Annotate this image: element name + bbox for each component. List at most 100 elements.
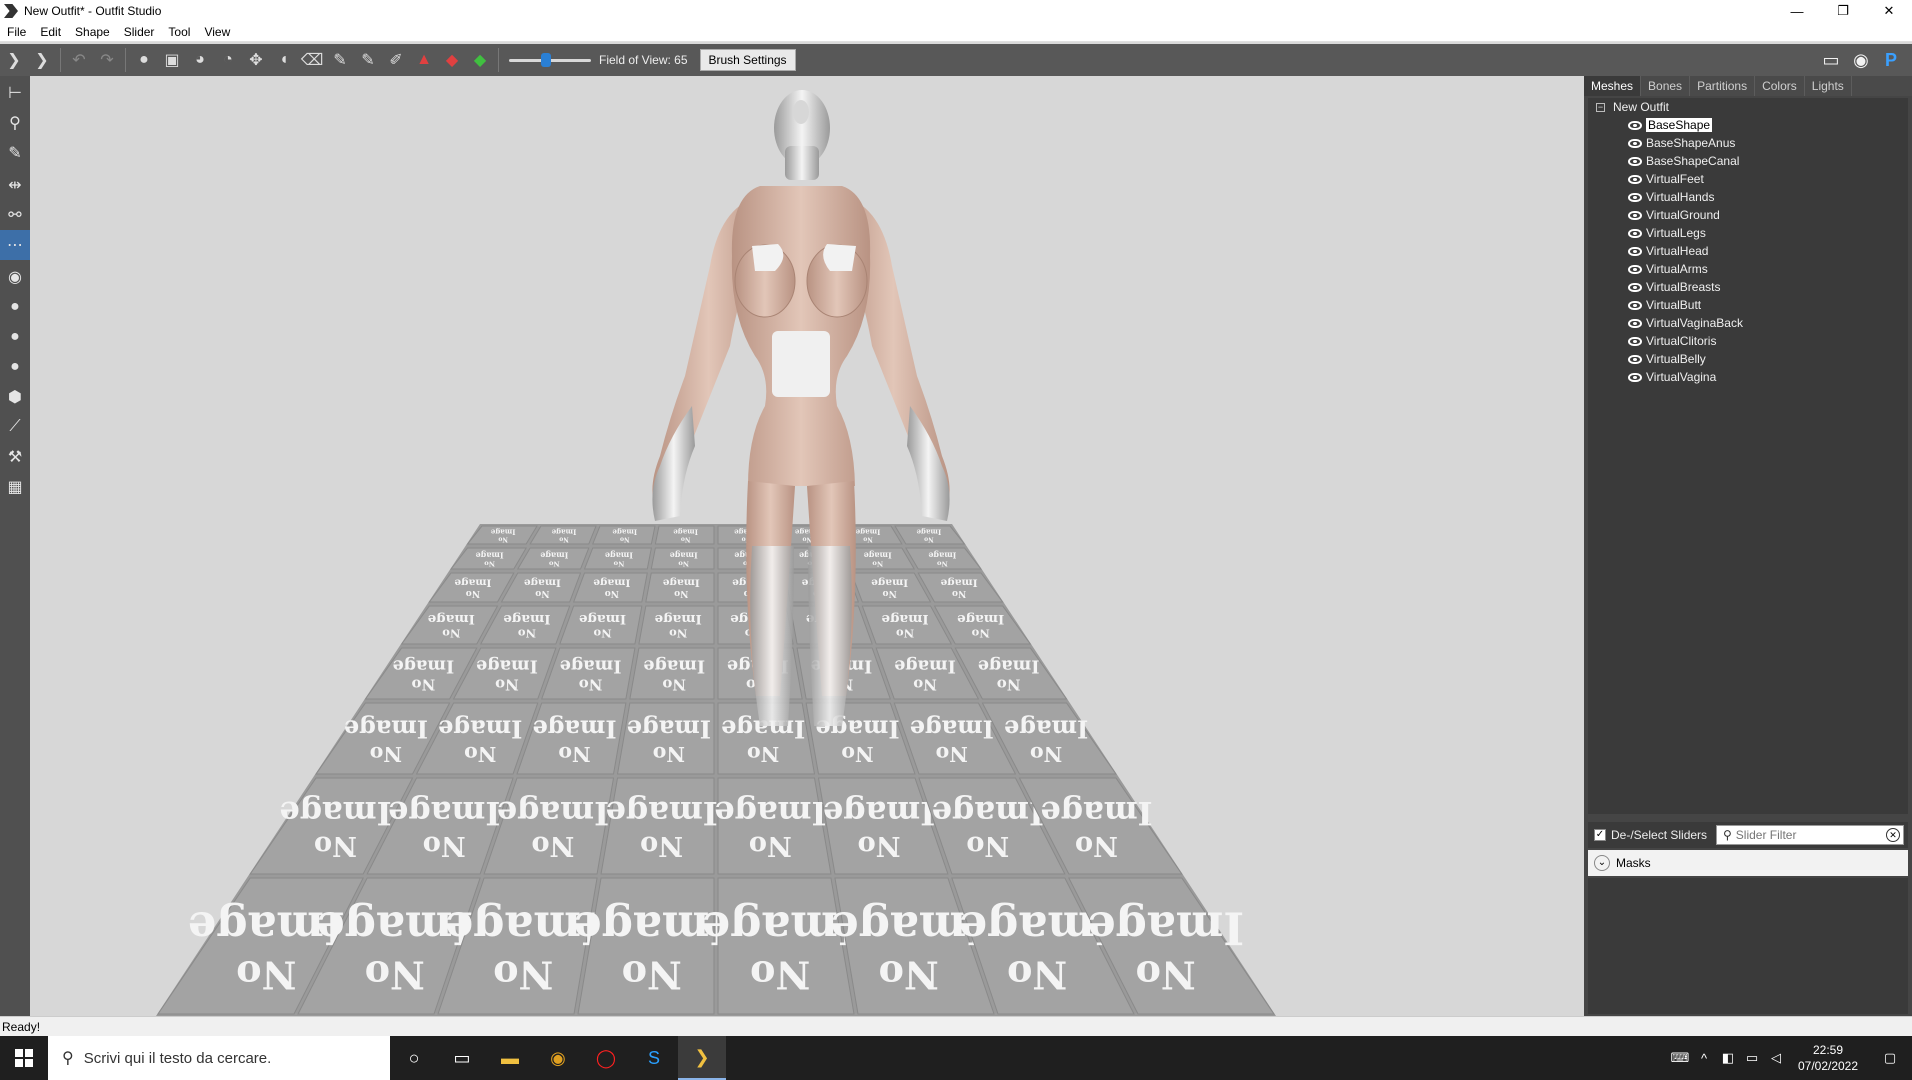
undo-icon[interactable]: ↶ <box>65 46 93 74</box>
redo-icon[interactable]: ↷ <box>93 46 121 74</box>
eye-visibility-icon[interactable] <box>1628 210 1642 220</box>
brush-size-3-icon[interactable]: ● <box>0 322 30 352</box>
tab-lights[interactable]: Lights <box>1805 76 1852 96</box>
outfit-studio-logo-icon[interactable]: ❯ <box>0 46 28 74</box>
mesh-item[interactable]: VirtualVagina <box>1588 368 1908 386</box>
menu-edit[interactable]: Edit <box>33 25 68 39</box>
mesh-item[interactable]: VirtualClitoris <box>1588 332 1908 350</box>
mesh-item[interactable]: VirtualLegs <box>1588 224 1908 242</box>
brush-size-4-icon[interactable]: ● <box>0 352 30 382</box>
opera-icon[interactable]: ◯ <box>582 1036 630 1080</box>
eye-visibility-icon[interactable] <box>1628 174 1642 184</box>
slider-thumb[interactable] <box>541 53 552 67</box>
tab-partitions[interactable]: Partitions <box>1690 76 1756 96</box>
transform-tool-icon[interactable]: ⊢ <box>0 78 30 108</box>
eye-visibility-icon[interactable] <box>1628 246 1642 256</box>
skype-icon[interactable]: S <box>630 1036 678 1080</box>
checkbox-checked-icon[interactable]: ✓ <box>1594 829 1606 841</box>
chevron-up-icon[interactable]: ^ <box>1692 1051 1716 1066</box>
grid-view-icon[interactable]: ▦ <box>0 472 30 502</box>
mesh-item[interactable]: VirtualGround <box>1588 206 1908 224</box>
weight-brush-icon[interactable]: ✎ <box>326 46 354 74</box>
eye-visibility-icon[interactable] <box>1628 228 1642 238</box>
chrome-icon[interactable]: ◉ <box>534 1036 582 1080</box>
mesh-item[interactable]: VirtualHead <box>1588 242 1908 260</box>
cortana-icon[interactable]: ○ <box>390 1036 438 1080</box>
select-brush-icon[interactable]: ● <box>130 46 158 74</box>
menu-slider[interactable]: Slider <box>117 25 162 39</box>
outfit-studio-taskbar-icon[interactable]: ❯ <box>678 1036 726 1080</box>
network-icon[interactable]: ▭ <box>1740 1050 1764 1066</box>
3d-viewport[interactable]: Image No Image No Image No Image No Image No Image… <box>30 76 1584 1016</box>
move-brush-icon[interactable]: ✥ <box>242 46 270 74</box>
masks-row[interactable]: ⌄ Masks <box>1588 850 1908 876</box>
inflate-brush-icon[interactable]: ◕ <box>186 46 214 74</box>
eye-visibility-icon[interactable] <box>1628 138 1642 148</box>
mirror-y-icon[interactable]: ⚯ <box>0 200 30 230</box>
mirror-x-icon[interactable]: ⇹ <box>0 170 30 200</box>
outfit-studio-logo-alt-icon[interactable]: ❯ <box>28 46 56 74</box>
eye-visibility-icon[interactable] <box>1628 192 1642 202</box>
bone-edit-icon[interactable]: ⚒ <box>0 442 30 472</box>
brush-settings-button[interactable]: Brush Settings <box>699 49 796 71</box>
taskbar-search[interactable]: ⚲ Scrivi qui il testo da cercare. <box>48 1036 390 1080</box>
smooth-brush-icon[interactable]: ◖ <box>270 46 298 74</box>
deflate-brush-icon[interactable]: ◔ <box>214 46 242 74</box>
camera-icon[interactable]: ◧ <box>1716 1050 1740 1066</box>
mesh-item[interactable]: BaseShapeCanal <box>1588 152 1908 170</box>
field-of-view-slider[interactable] <box>509 50 591 70</box>
mesh-item[interactable]: VirtualFeet <box>1588 170 1908 188</box>
close-button[interactable]: ✕ <box>1866 0 1912 22</box>
start-button[interactable] <box>0 1036 48 1080</box>
pivot-tool-icon[interactable]: ⚲ <box>0 108 30 138</box>
flip-edge-icon[interactable]: ◆ <box>438 46 466 74</box>
tree-root[interactable]: − New Outfit <box>1588 98 1908 116</box>
mesh-item[interactable]: VirtualArms <box>1588 260 1908 278</box>
eye-visibility-icon[interactable] <box>1628 354 1642 364</box>
vertex-edit-icon[interactable]: ✎ <box>0 138 30 168</box>
collapse-vertex-icon[interactable]: ▲ <box>410 46 438 74</box>
eye-visibility-icon[interactable] <box>1628 156 1642 166</box>
keyboard-icon[interactable]: ⌨ <box>1668 1050 1692 1066</box>
tab-meshes[interactable]: Meshes <box>1584 76 1642 96</box>
slider-filter-input[interactable] <box>1735 828 1876 842</box>
mesh-item[interactable]: BaseShapeAnus <box>1588 134 1908 152</box>
split-edge-icon[interactable]: ◆ <box>466 46 494 74</box>
tab-bones[interactable]: Bones <box>1641 76 1691 96</box>
task-view-icon[interactable]: ▭ <box>438 1036 486 1080</box>
menu-shape[interactable]: Shape <box>68 25 117 39</box>
menu-view[interactable]: View <box>197 25 237 39</box>
menu-file[interactable]: File <box>0 25 33 39</box>
github-icon[interactable]: ◉ <box>1846 46 1876 74</box>
mask-brush-icon[interactable]: ▣ <box>158 46 186 74</box>
chevron-down-icon[interactable]: ⌄ <box>1594 855 1610 871</box>
mesh-item[interactable]: VirtualVaginaBack <box>1588 314 1908 332</box>
tab-colors[interactable]: Colors <box>1755 76 1805 96</box>
mesh-item[interactable]: BaseShape <box>1588 116 1908 134</box>
eye-visibility-icon[interactable] <box>1628 372 1642 382</box>
collapse-icon[interactable]: − <box>1596 102 1605 112</box>
eye-visibility-icon[interactable] <box>1628 318 1642 328</box>
paypal-icon[interactable]: P <box>1876 46 1906 74</box>
clock[interactable]: 22:59 07/02/2022 <box>1788 1042 1868 1074</box>
brush-size-1-icon[interactable]: ◉ <box>0 262 30 292</box>
eye-visibility-icon[interactable] <box>1628 300 1642 310</box>
mesh-item[interactable]: VirtualHands <box>1588 188 1908 206</box>
menu-tool[interactable]: Tool <box>161 25 197 39</box>
bones-view-icon[interactable]: ⟋ <box>0 412 30 442</box>
eye-visibility-icon[interactable] <box>1628 282 1642 292</box>
alpha-brush-icon[interactable]: ✐ <box>382 46 410 74</box>
slider-filter-box[interactable]: ⚲ ✕ <box>1716 825 1904 845</box>
cube-view-icon[interactable]: ⬢ <box>0 382 30 412</box>
mirror-z-icon[interactable]: ⋯ <box>0 230 30 260</box>
color-brush-icon[interactable]: ✎ <box>354 46 382 74</box>
mesh-item[interactable]: VirtualButt <box>1588 296 1908 314</box>
deselect-sliders-toggle[interactable]: ✓ De-/Select Sliders <box>1594 828 1707 842</box>
mesh-item[interactable]: VirtualBreasts <box>1588 278 1908 296</box>
minimize-button[interactable]: — <box>1774 0 1820 22</box>
maximize-restore-button[interactable]: ❐ <box>1820 0 1866 22</box>
discord-icon[interactable]: ▭ <box>1816 46 1846 74</box>
eye-visibility-icon[interactable] <box>1628 264 1642 274</box>
eye-visibility-icon[interactable] <box>1628 336 1642 346</box>
mesh-item[interactable]: VirtualBelly <box>1588 350 1908 368</box>
